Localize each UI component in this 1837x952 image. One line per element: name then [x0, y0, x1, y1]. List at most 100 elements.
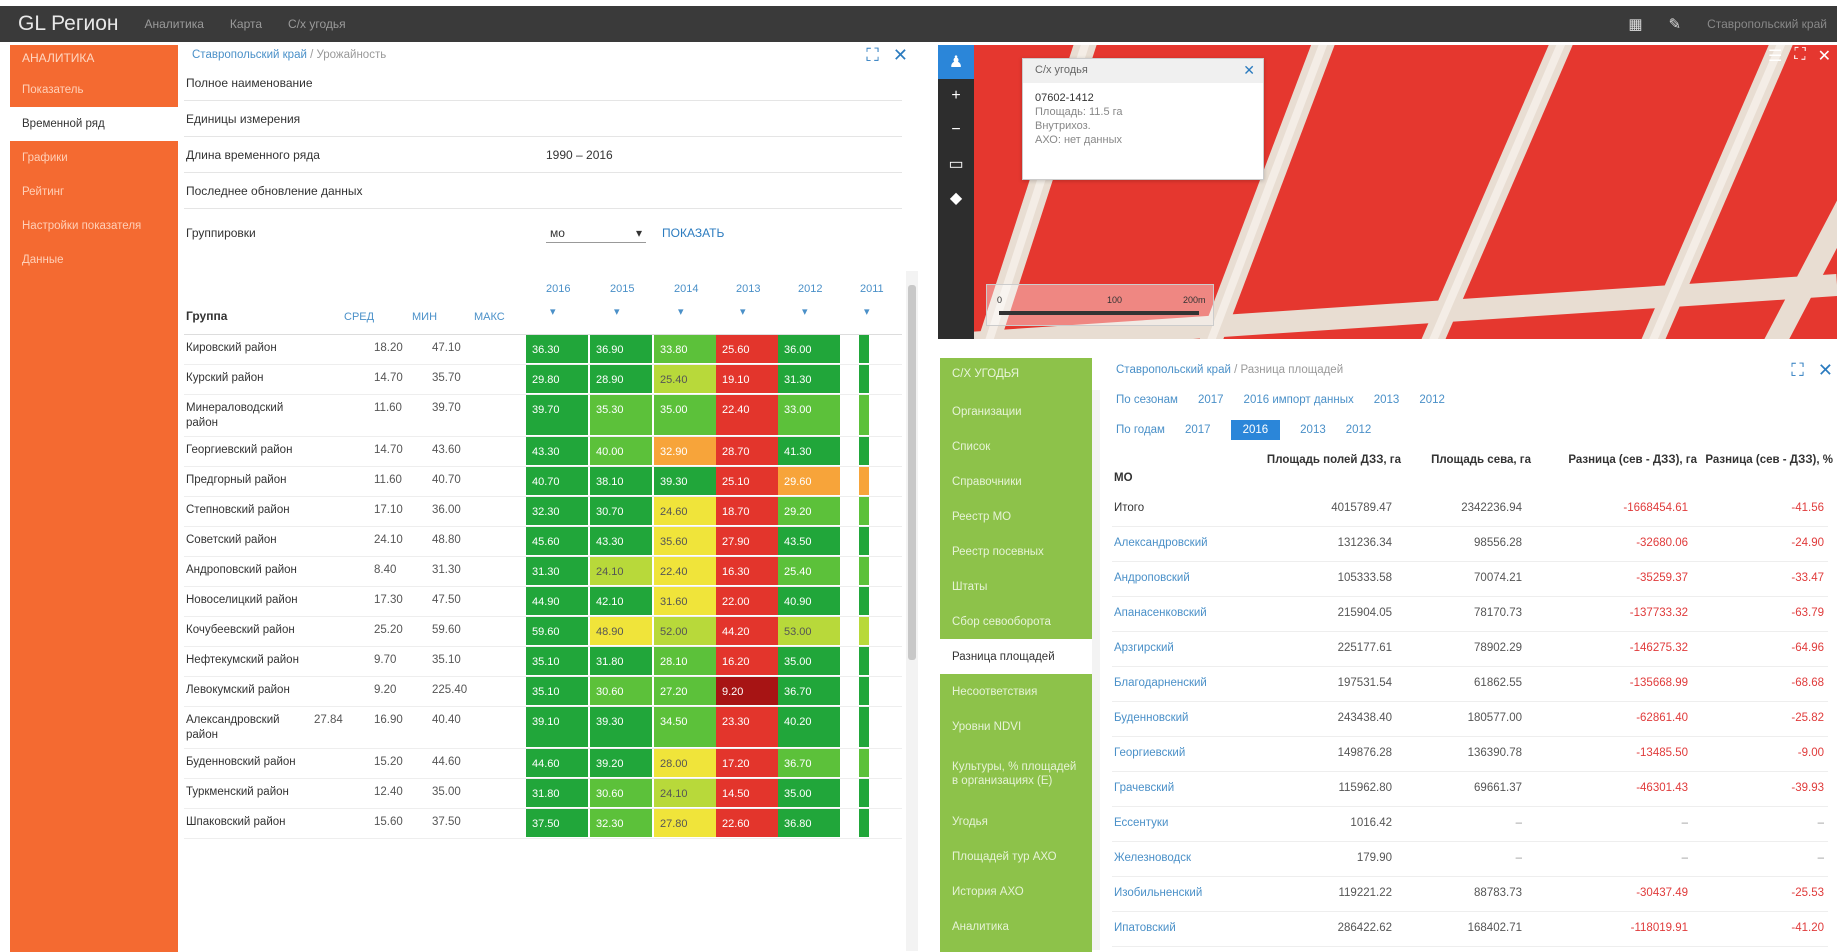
heat-cell[interactable]: 25.40	[778, 557, 840, 585]
ag-sidebar-item[interactable]: Аналитика	[940, 909, 1092, 944]
table-row[interactable]: Благодарненский 197531.54 61862.55 -135668.…	[1112, 667, 1828, 702]
sidebar-item-settings[interactable]: Настройки показателя	[10, 209, 178, 243]
col-year[interactable]: 2012	[798, 283, 822, 295]
heat-cell[interactable]: 24.60	[654, 497, 716, 525]
ag-sidebar-item[interactable]: Несоответствия	[940, 674, 1092, 709]
col-diff-pct[interactable]: Разница (сев - ДЗЗ), %	[1703, 452, 1833, 468]
heat-cell[interactable]: 40.00	[590, 437, 652, 465]
expand-icon[interactable]: ⛶	[866, 45, 879, 66]
heat-cell[interactable]: 32.30	[590, 809, 652, 837]
heat-cell[interactable]: 31.60	[654, 587, 716, 615]
table-row[interactable]: Нефтекумский район 9.70 35.10 35.10 31.80 28.…	[184, 647, 902, 677]
heat-cell[interactable]: 25.40	[654, 365, 716, 393]
tab-season-year[interactable]: 2013	[1374, 394, 1400, 406]
table-row[interactable]: Андроповский 105333.58 70074.21 -35259.37 -3…	[1112, 562, 1828, 597]
heat-cell[interactable]: 35.10	[526, 647, 588, 675]
breadcrumb-region[interactable]: Ставропольский край	[192, 49, 307, 61]
heat-cell[interactable]: 44.90	[526, 587, 588, 615]
heat-cell[interactable]: 31.80	[526, 779, 588, 807]
ag-sidebar-item[interactable]: Организации	[940, 394, 1092, 429]
heat-cell[interactable]: 35.30	[590, 395, 652, 435]
sort-caret-icon[interactable]: ▾	[550, 305, 556, 318]
mo-link[interactable]: Грачевский	[1114, 782, 1174, 794]
show-button[interactable]: ПОКАЗАТЬ	[662, 226, 724, 240]
table-row[interactable]: Ессентуки 1016.42 – – –	[1112, 807, 1828, 842]
close-icon[interactable]: ✕	[1818, 360, 1833, 381]
sort-caret-icon[interactable]: ▾	[740, 305, 746, 318]
table-row[interactable]: Андроповский район 8.40 31.30 31.30 24.10 22.…	[184, 557, 902, 587]
ag-sidebar-item[interactable]: Штаты	[940, 569, 1092, 604]
pencil-icon[interactable]: ✎	[1669, 15, 1682, 33]
heat-cell[interactable]: 27.90	[716, 527, 778, 555]
heat-cell[interactable]: 37.50	[526, 809, 588, 837]
heat-cell[interactable]: 35.00	[654, 395, 716, 435]
heat-cell[interactable]: 35.60	[654, 527, 716, 555]
heat-cell[interactable]: 35.10	[526, 677, 588, 705]
col-year[interactable]: 2011	[860, 283, 884, 295]
table-row[interactable]: Ипатовский 286422.62 168402.71 -118019.91 -4…	[1112, 912, 1828, 947]
ag-sidebar-item[interactable]: Угодья	[940, 804, 1092, 839]
heat-cell[interactable]: 22.60	[716, 809, 778, 837]
sidebar-item-indicator[interactable]: Показатель	[10, 73, 178, 107]
table-row[interactable]: Кочубеевский район 25.20 59.60 59.60 48.90 52…	[184, 617, 902, 647]
table-row[interactable]: Георгиевский 149876.28 136390.78 -13485.50 -…	[1112, 737, 1828, 772]
mo-link[interactable]: Железноводск	[1114, 852, 1191, 864]
scroll-thumb[interactable]	[908, 285, 916, 660]
sidebar-item-charts[interactable]: Графики	[10, 141, 178, 175]
heat-cell[interactable]: 28.90	[590, 365, 652, 393]
heat-cell[interactable]: 22.40	[716, 395, 778, 435]
table-scrollbar[interactable]	[906, 271, 918, 951]
heat-cell[interactable]: 24.10	[590, 557, 652, 585]
popup-close-icon[interactable]: ✕	[1243, 62, 1255, 79]
heat-cell[interactable]: 43.50	[778, 527, 840, 555]
mo-link[interactable]: Буденновский	[1114, 712, 1188, 724]
heat-cell[interactable]: 39.10	[526, 707, 588, 747]
ag-sidebar-item[interactable]: Реестр посевных	[940, 534, 1092, 569]
heat-cell[interactable]: 33.80	[654, 335, 716, 363]
heat-cell[interactable]: 27.20	[654, 677, 716, 705]
table-row[interactable]: Апанасенковский 215904.05 78170.73 -137733.…	[1112, 597, 1828, 632]
mo-link[interactable]: Благодарненский	[1114, 677, 1207, 689]
heat-cell[interactable]: 25.10	[716, 467, 778, 495]
heat-cell[interactable]: 39.30	[654, 467, 716, 495]
mo-link[interactable]: Апанасенковский	[1114, 607, 1207, 619]
zoom-out-icon[interactable]: −	[938, 113, 974, 147]
table-row[interactable]: Левокумский район 9.20 225.40 35.10 30.60 27.…	[184, 677, 902, 707]
sort-caret-icon[interactable]: ▾	[864, 305, 870, 318]
mo-link[interactable]: Изобильненский	[1114, 887, 1202, 899]
ag-sidebar-item[interactable]: Сбор севооборота	[940, 604, 1092, 639]
heat-cell[interactable]: 27.80	[654, 809, 716, 837]
map-expand-icon[interactable]: ⛶	[1794, 46, 1805, 66]
col-year[interactable]: 2015	[610, 283, 634, 295]
table-row[interactable]: Железноводск 179.90 – – –	[1112, 842, 1828, 877]
heat-cell[interactable]: 48.90	[590, 617, 652, 645]
ag-sidebar-item[interactable]: Разница площадей	[940, 639, 1092, 674]
mo-link[interactable]: Арзгирский	[1114, 642, 1174, 654]
heat-cell[interactable]: 22.40	[654, 557, 716, 585]
col-year[interactable]: 2013	[736, 283, 760, 295]
heat-cell[interactable]: 31.80	[590, 647, 652, 675]
heat-cell[interactable]: 44.60	[526, 749, 588, 777]
col-mo[interactable]: МО	[1114, 470, 1133, 486]
tab-year[interactable]: 2017	[1185, 424, 1211, 436]
heat-cell[interactable]: 16.30	[716, 557, 778, 585]
col-avg[interactable]: СРЕД	[344, 311, 374, 323]
map-close-icon[interactable]: ✕	[1818, 46, 1831, 66]
ag-sidebar-item[interactable]: Культуры, % площадей в организациях (Е)	[940, 744, 1092, 804]
sidebar-item-rating[interactable]: Рейтинг	[10, 175, 178, 209]
mo-link[interactable]: Александровский	[1114, 537, 1208, 549]
mo-link[interactable]: Андроповский	[1114, 572, 1190, 584]
tab-year[interactable]: 2016	[1230, 420, 1281, 440]
brand-logo[interactable]: GL Регион	[18, 12, 119, 36]
mo-link[interactable]: Итого	[1114, 502, 1144, 514]
nav-ag-land[interactable]: С/х угодья	[288, 17, 346, 31]
heat-cell[interactable]: 38.10	[590, 467, 652, 495]
ag-sidebar-item[interactable]: Площадей тур АХО	[940, 839, 1092, 874]
table-row[interactable]: Кировский район 18.20 47.10 36.30 36.90 33.80…	[184, 335, 902, 365]
sort-caret-icon[interactable]: ▾	[802, 305, 808, 318]
heat-cell[interactable]: 32.90	[654, 437, 716, 465]
heat-cell[interactable]: 44.20	[716, 617, 778, 645]
heat-cell[interactable]: 39.20	[590, 749, 652, 777]
heat-cell[interactable]: 29.60	[778, 467, 840, 495]
tab-by-year[interactable]: По годам	[1116, 424, 1165, 436]
